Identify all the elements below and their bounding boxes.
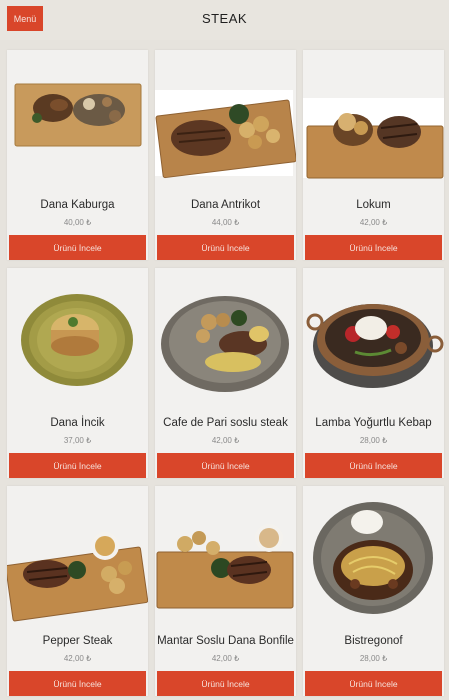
view-product-button[interactable]: Ürünü İncele — [9, 671, 146, 696]
view-product-button[interactable]: Ürünü İncele — [305, 453, 442, 478]
product-card[interactable]: Cafe de Pari soslu steak 42,00 ₺ Ürünü İ… — [155, 268, 296, 478]
product-name: Lokum — [356, 199, 391, 211]
product-name: Mantar Soslu Dana Bonfile — [157, 635, 294, 647]
product-card[interactable]: Lamba Yoğurtlu Kebap 28,00 ₺ Ürünü İncel… — [303, 268, 444, 478]
product-price: 42,00 ₺ — [211, 654, 240, 663]
product-image[interactable] — [155, 486, 296, 626]
view-product-button[interactable]: Ürünü İncele — [157, 671, 294, 696]
product-price: 28,00 ₺ — [359, 654, 388, 663]
product-image[interactable] — [303, 268, 444, 408]
product-name: Pepper Steak — [42, 635, 113, 647]
product-card[interactable]: Pepper Steak 42,00 ₺ Ürünü İncele — [7, 486, 148, 696]
view-product-button[interactable]: Ürünü İncele — [157, 235, 294, 260]
product-name: Cafe de Pari soslu steak — [163, 417, 288, 429]
product-image[interactable] — [7, 268, 148, 408]
product-image[interactable] — [303, 486, 444, 626]
product-card[interactable]: Mantar Soslu Dana Bonfile 42,00 ₺ Ürünü … — [155, 486, 296, 696]
product-name: Lamba Yoğurtlu Kebap — [315, 417, 432, 429]
product-price: 40,00 ₺ — [63, 218, 92, 227]
product-price: 44,00 ₺ — [211, 218, 240, 227]
product-card[interactable]: Lokum 42,00 ₺ Ürünü İncele — [303, 50, 444, 260]
product-name: Dana Kaburga — [40, 199, 115, 211]
product-price: 42,00 ₺ — [63, 654, 92, 663]
product-price: 37,00 ₺ — [63, 436, 92, 445]
product-image[interactable] — [303, 50, 444, 190]
product-grid: Dana Kaburga 40,00 ₺ Ürünü İncele Dana A… — [7, 50, 445, 696]
product-image[interactable] — [155, 50, 296, 190]
view-product-button[interactable]: Ürünü İncele — [157, 453, 294, 478]
product-card[interactable]: Dana Kaburga 40,00 ₺ Ürünü İncele — [7, 50, 148, 260]
product-card[interactable]: Dana İncik 37,00 ₺ Ürünü İncele — [7, 268, 148, 478]
product-price: 28,00 ₺ — [359, 436, 388, 445]
page-title: STEAK — [201, 11, 248, 26]
view-product-button[interactable]: Ürünü İncele — [9, 453, 146, 478]
product-name: Dana İncik — [50, 417, 105, 429]
product-card[interactable]: Dana Antrikot 44,00 ₺ Ürünü İncele — [155, 50, 296, 260]
product-price: 42,00 ₺ — [211, 436, 240, 445]
product-card[interactable]: Bistregonof 28,00 ₺ Ürünü İncele — [303, 486, 444, 696]
view-product-button[interactable]: Ürünü İncele — [305, 235, 442, 260]
product-name: Bistregonof — [344, 635, 403, 647]
product-image[interactable] — [7, 50, 148, 190]
view-product-button[interactable]: Ürünü İncele — [9, 235, 146, 260]
product-image[interactable] — [7, 486, 148, 626]
product-image[interactable] — [155, 268, 296, 408]
header-bar: Menü STEAK — [0, 0, 449, 40]
product-price: 42,00 ₺ — [359, 218, 388, 227]
product-name: Dana Antrikot — [190, 199, 261, 211]
view-product-button[interactable]: Ürünü İncele — [305, 671, 442, 696]
